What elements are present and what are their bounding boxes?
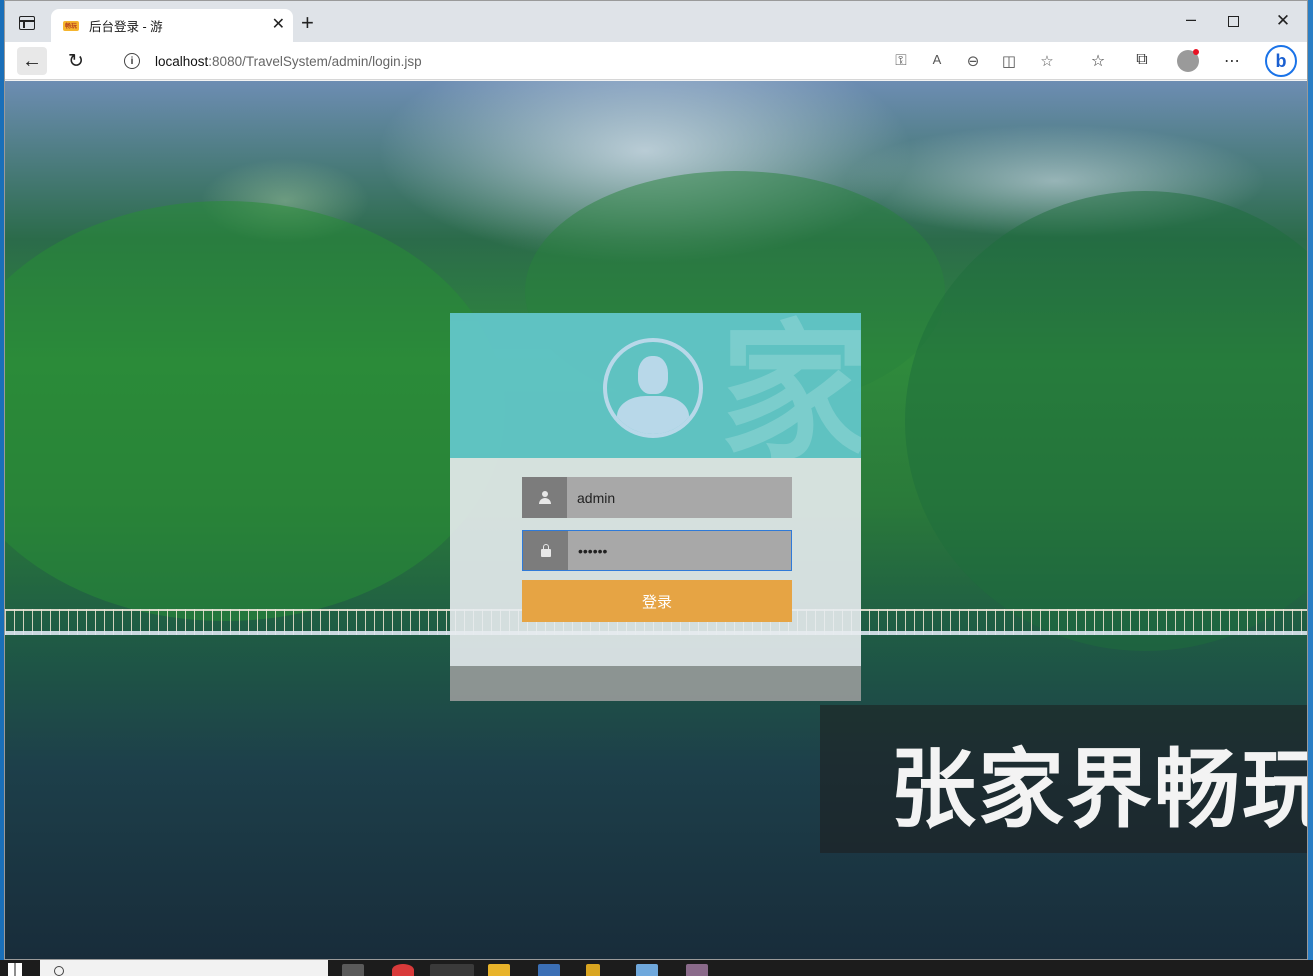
title-banner: 张家界畅玩 xyxy=(820,705,1308,853)
add-favorite-icon[interactable]: ☆ xyxy=(1038,52,1056,70)
read-aloud-icon[interactable]: A xyxy=(928,52,946,67)
url-host: localhost xyxy=(155,53,209,69)
site-favicon-icon: 畅玩 xyxy=(63,20,79,31)
login-footer xyxy=(450,666,861,701)
browser-window: 畅玩 后台登录 - 游 ✕ + – ✕ ← ↻ i localhost:8080… xyxy=(4,0,1308,960)
windows-start-icon[interactable] xyxy=(8,963,22,976)
tab-title: 后台登录 - 游 xyxy=(89,20,163,34)
favorites-icon[interactable]: ☆ xyxy=(1087,51,1109,71)
task-view-icon[interactable] xyxy=(342,964,364,976)
new-tab-icon[interactable]: + xyxy=(301,12,314,34)
username-field xyxy=(522,477,792,518)
header-watermark-glyph: 家 xyxy=(720,313,861,458)
lock-icon xyxy=(523,531,568,570)
maximize-icon[interactable] xyxy=(1228,16,1239,27)
tab-strip: 畅玩 后台登录 - 游 ✕ + – ✕ xyxy=(5,1,1307,42)
password-field xyxy=(522,530,792,571)
banner-text: 张家界畅玩 xyxy=(890,739,1308,840)
site-info-icon[interactable]: i xyxy=(124,53,140,69)
taskbar-app5-icon[interactable] xyxy=(686,964,708,976)
file-explorer-icon[interactable] xyxy=(488,964,510,976)
reload-icon[interactable]: ↻ xyxy=(61,47,91,75)
taskbar-edge-icon[interactable] xyxy=(430,964,474,976)
browser-toolbar: ← ↻ i localhost:8080/TravelSystem/admin/… xyxy=(5,42,1307,80)
login-button[interactable]: 登录 xyxy=(522,580,792,622)
user-avatar-icon xyxy=(603,338,703,438)
collections-icon[interactable]: ⧉ xyxy=(1131,51,1153,69)
taskbar-app2-icon[interactable] xyxy=(538,964,560,976)
back-icon[interactable]: ← xyxy=(17,47,47,75)
taskbar-app3-icon[interactable] xyxy=(586,964,600,976)
login-panel: 家 登录 xyxy=(450,313,861,701)
key-icon[interactable]: ⚿ xyxy=(892,52,910,69)
login-header: 家 xyxy=(450,313,861,458)
search-icon xyxy=(54,966,64,976)
profile-notification-dot xyxy=(1193,49,1199,55)
tab-actions-icon[interactable] xyxy=(19,16,35,30)
password-input[interactable] xyxy=(568,531,791,570)
page-viewport: 张家界畅玩 家 登录 xyxy=(5,81,1308,959)
url-path: :8080/TravelSystem/admin/login.jsp xyxy=(208,53,422,69)
tab-close-icon[interactable]: ✕ xyxy=(272,16,285,34)
username-input[interactable] xyxy=(567,477,792,518)
address-bar[interactable]: i localhost:8080/TravelSystem/admin/logi… xyxy=(106,46,1072,76)
taskbar-app4-icon[interactable] xyxy=(636,964,658,976)
taskbar-app-icon[interactable] xyxy=(392,964,414,976)
login-form: 登录 xyxy=(450,458,861,666)
window-close-icon[interactable]: ✕ xyxy=(1273,11,1293,31)
minimize-icon[interactable]: – xyxy=(1181,9,1201,30)
split-screen-icon[interactable]: ◫ xyxy=(1000,52,1018,70)
more-menu-icon[interactable]: ⋯ xyxy=(1221,51,1243,71)
tab-admin-login[interactable]: 畅玩 后台登录 - 游 ✕ xyxy=(51,9,293,42)
bing-copilot-icon[interactable]: b xyxy=(1265,45,1297,77)
background-mountain-right xyxy=(905,191,1307,651)
username-icon xyxy=(522,477,567,518)
taskbar xyxy=(0,960,1313,976)
taskbar-search[interactable] xyxy=(40,960,328,976)
background-mountain-left xyxy=(5,201,505,621)
zoom-out-icon[interactable]: ⊖ xyxy=(964,52,982,70)
